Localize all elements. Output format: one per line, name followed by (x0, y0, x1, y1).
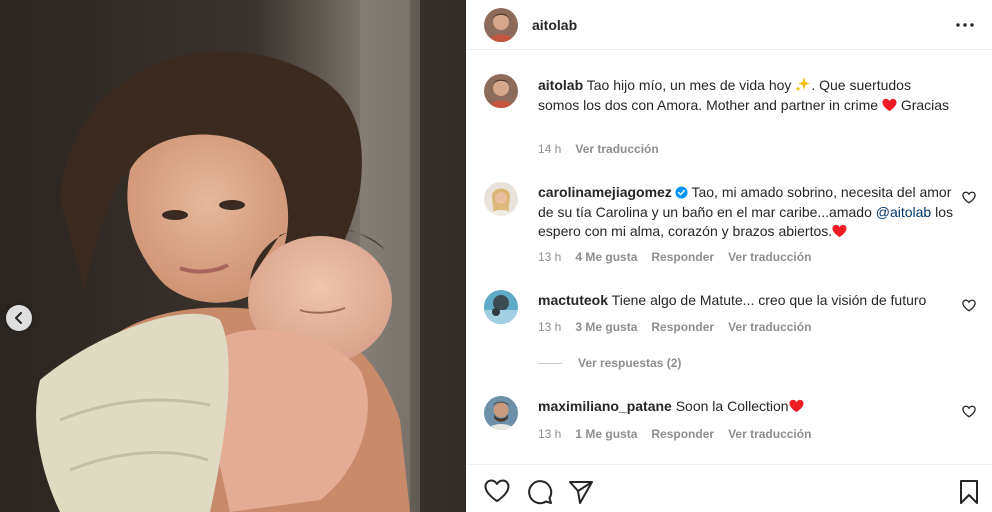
paper-plane-icon (569, 481, 593, 504)
comment-like-button[interactable] (962, 191, 978, 207)
post-photo (0, 0, 466, 512)
caption-avatar[interactable] (484, 74, 518, 108)
view-replies-button[interactable]: Ver respuestas (2) (538, 356, 681, 370)
chevron-left-icon (15, 312, 22, 324)
caption-username[interactable]: aitolab (538, 77, 583, 93)
author-username[interactable]: aitolab (532, 17, 577, 33)
reply-button[interactable]: Responder (651, 250, 714, 264)
comment-time[interactable]: 13 h (538, 250, 561, 264)
red-heart-icon (832, 224, 847, 238)
post-media[interactable] (0, 0, 466, 512)
comment-username[interactable]: mactuteok (538, 292, 608, 308)
like-button[interactable] (484, 479, 510, 505)
share-button[interactable] (568, 479, 594, 505)
comment-username[interactable]: maximiliano_patane (538, 398, 672, 414)
comment-meta: 13 h 4 Me gusta Responder Ver traducción (538, 250, 811, 264)
heart-outline-icon (962, 191, 976, 204)
caption-time[interactable]: 14 h (538, 142, 561, 156)
comment-button[interactable] (527, 479, 553, 505)
commenter-avatar[interactable] (484, 182, 518, 216)
comment-icon (528, 480, 553, 505)
translate-link[interactable]: Ver traducción (728, 427, 811, 441)
reply-button[interactable]: Responder (651, 320, 714, 334)
comment-text: carolinamejiagomez Tao, mi amado sobrino… (538, 183, 956, 242)
bookmark-icon (960, 480, 978, 504)
comment-text-part: Soon la Collection (675, 398, 789, 414)
heart-outline-icon (484, 479, 510, 502)
translate-link[interactable]: Ver traducción (728, 320, 811, 334)
caption-meta: 14 h Ver traducción (538, 142, 659, 156)
save-button[interactable] (958, 479, 984, 505)
comment-text: mactuteok Tiene algo de Matute... creo q… (538, 291, 956, 311)
reply-button[interactable]: Responder (651, 427, 714, 441)
comment-meta: 13 h 3 Me gusta Responder Ver traducción (538, 320, 811, 334)
comment-meta: 13 h 1 Me gusta Responder Ver traducción (538, 427, 811, 441)
comment-username[interactable]: carolinamejiagomez (538, 184, 672, 200)
comment-like-button[interactable] (962, 405, 978, 421)
author-avatar[interactable] (484, 8, 518, 42)
commenter-avatar[interactable] (484, 290, 518, 324)
heart-outline-icon (962, 405, 976, 418)
caption-text: aitolab Tao hijo mío, un mes de vida hoy… (538, 76, 956, 115)
more-options-button[interactable] (954, 14, 976, 36)
comment-time[interactable]: 13 h (538, 320, 561, 334)
comment-likes[interactable]: 4 Me gusta (575, 250, 637, 264)
comment-mention-link[interactable]: @aitolab (876, 204, 931, 220)
post-header: aitolab (466, 0, 992, 50)
post-actions-bar (466, 464, 992, 512)
red-heart-icon (882, 98, 897, 111)
comment-text-part: Tiene algo de Matute... creo que la visi… (611, 292, 927, 308)
caption-text-part: Tao hijo mío, un mes de vida hoy (586, 77, 796, 93)
post-panel: aitolab aitolab Tao hijo mío, un mes de … (466, 0, 992, 512)
caption-translate-link[interactable]: Ver traducción (575, 142, 658, 156)
replies-divider (538, 362, 562, 364)
comment-time[interactable]: 13 h (538, 427, 561, 441)
commenter-avatar[interactable] (484, 396, 518, 430)
red-heart-icon (789, 399, 804, 413)
heart-outline-icon (962, 299, 976, 312)
more-horizontal-icon (956, 23, 974, 27)
previous-slide-button[interactable] (6, 305, 32, 331)
verified-badge-icon (675, 186, 688, 199)
translate-link[interactable]: Ver traducción (728, 250, 811, 264)
comment-text: maximiliano_patane Soon la Collection (538, 397, 956, 417)
view-replies-label: Ver respuestas (2) (578, 356, 682, 370)
comment-likes[interactable]: 1 Me gusta (575, 427, 637, 441)
comment-like-button[interactable] (962, 299, 978, 315)
caption-text-part: Gracias (896, 96, 950, 113)
sparkles-icon (795, 77, 811, 92)
comment-likes[interactable]: 3 Me gusta (575, 320, 637, 334)
